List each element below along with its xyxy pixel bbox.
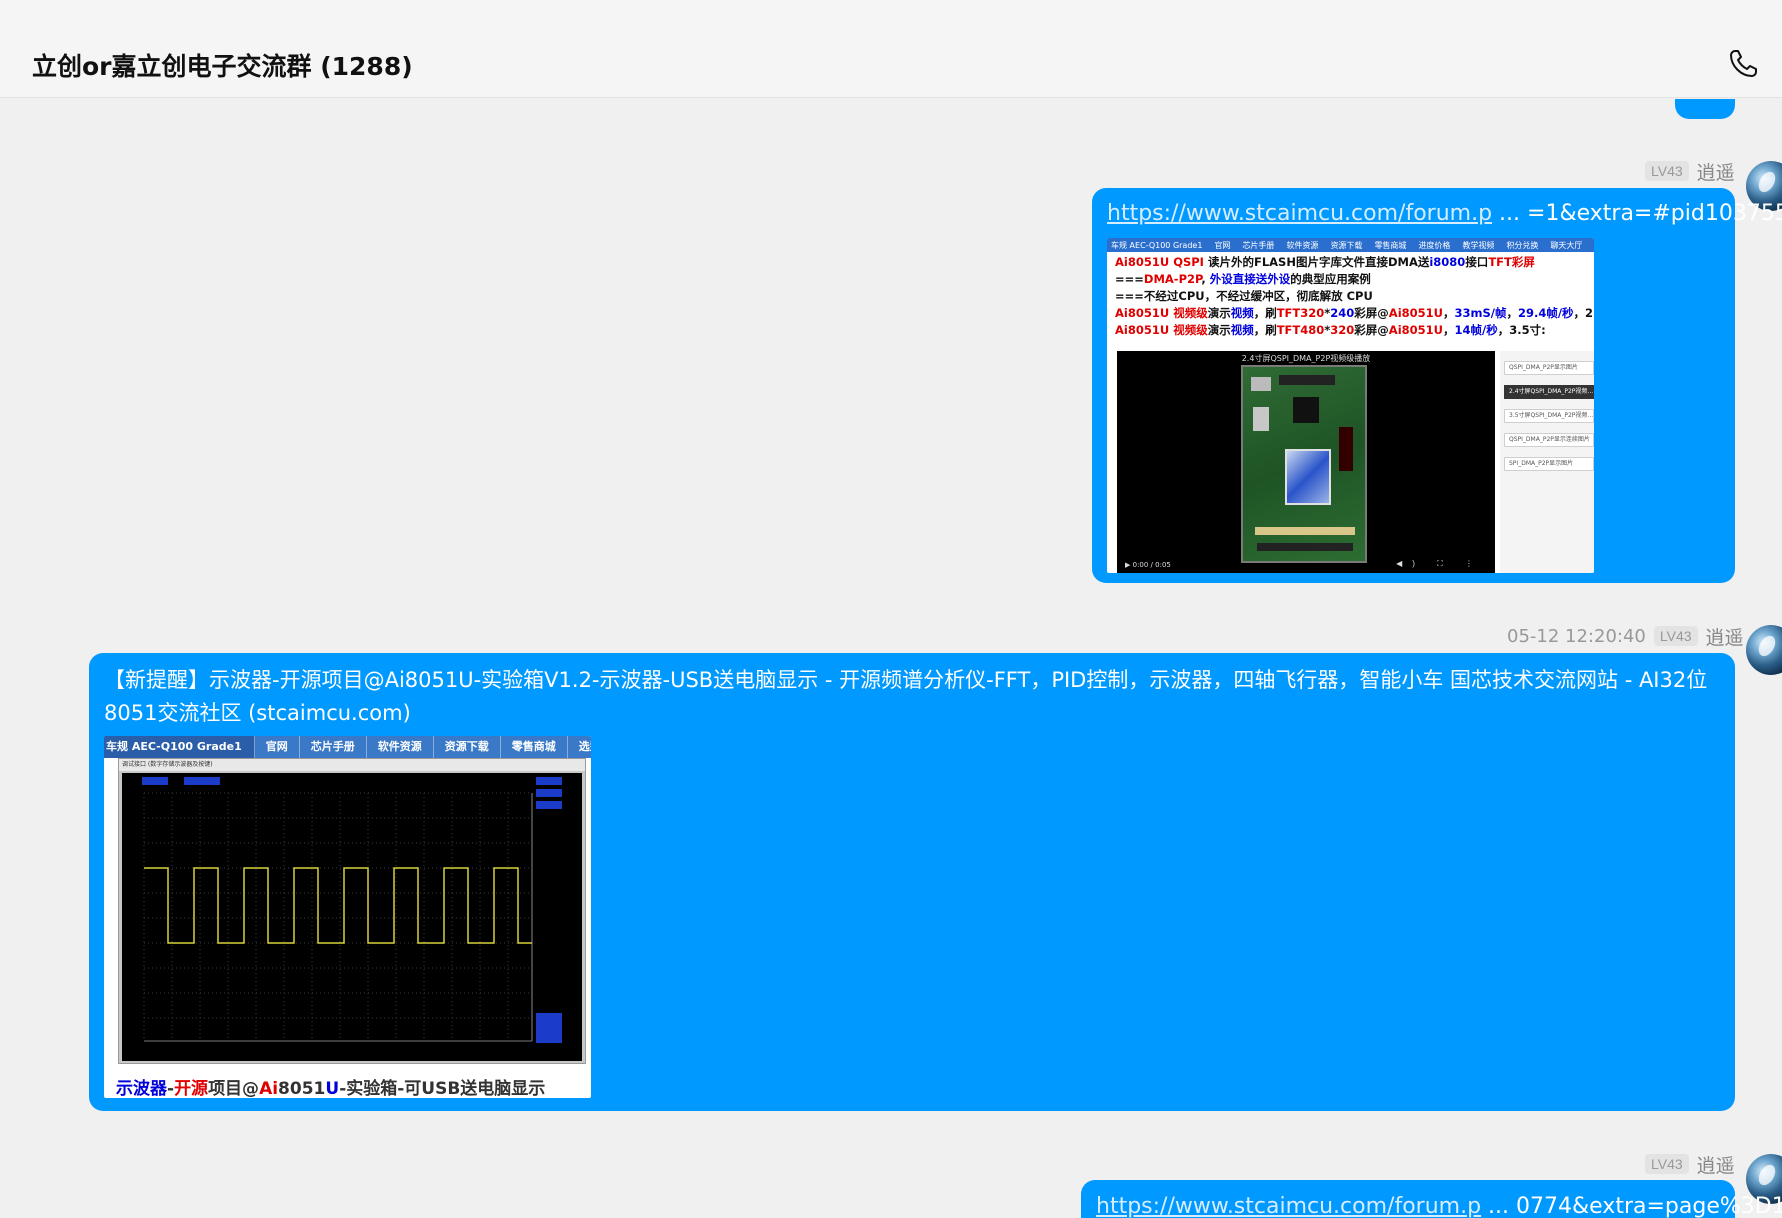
preview-nav-item: 官网 [1214, 240, 1231, 250]
message-time: 05-12 12:20:40 [1507, 625, 1646, 647]
sender-name[interactable]: 逍遥 [1706, 623, 1744, 650]
level-badge: LV43 [1645, 161, 1689, 181]
message-bubble[interactable]: 【新提醒】示波器-开源项目@Ai8051U-实验箱V1.2-示波器-USB送电脑… [89, 653, 1735, 1111]
oscilloscope-waveform-image [122, 773, 582, 1061]
preview-nav-item: 教学视频 [1462, 240, 1495, 250]
preview-caption: 示波器-开源项目@Ai8051U-实验箱-可USB送电脑显示 [116, 1079, 546, 1098]
preview-nav-item: 进度价格 [1418, 240, 1451, 250]
preview-nav-item: 车规 AEC-Q100 Grade1 [1111, 240, 1203, 250]
message-bubble[interactable]: https://www.stcaimcu.com/forum.p ... =1&… [1092, 188, 1782, 583]
link-tail[interactable]: ... =1&extra=#pid103755 [1492, 201, 1782, 226]
message-bubble[interactable]: https://www.stcaimcu.com/forum.p ... 077… [1081, 1180, 1782, 1218]
preview-nav-item: 资源下载 [1330, 240, 1363, 250]
preview-line: Ai8051U 视频级演示视频，刷TFT480*320彩屏@Ai8051U，14… [1115, 323, 1546, 337]
preview-nav-item: 零售商城 [501, 736, 568, 758]
playlist-item[interactable]: SPI_DMA_P2P显示图片 [1504, 457, 1594, 471]
preview-nav-item: 芯片手册 [1242, 240, 1275, 250]
preview-text: Ai8051U QSPI 读片外的FLASH图片字库文件直接DMA送i8080接… [1107, 252, 1594, 339]
preview-nav-item: 选型 [568, 736, 591, 758]
level-badge: LV43 [1653, 626, 1698, 646]
message-meta: 05-12 12:20:40 LV43 逍遥 [1507, 623, 1744, 649]
preview-nav-item: 软件资源 [367, 736, 434, 758]
message-link[interactable]: https://www.stcaimcu.com/forum.p ... =1&… [1107, 201, 1782, 226]
preview-nav-item: 积分兑换 [1506, 240, 1539, 250]
link-tail[interactable]: ... 0774&extra=page%3D1 [1481, 1194, 1782, 1218]
video-player[interactable]: 2.4寸屏QSPI_DMA_P2P视频级播放 ▶ 0:00 / 0:05 ◀) … [1117, 351, 1495, 573]
preview-nav: 车规 AEC-Q100 Grade1 官网 芯片手册 软件资源 资源下载 零售商… [1107, 238, 1594, 252]
chat-header: 立创or嘉立创电子交流群 (1288) [0, 0, 1782, 98]
link-url[interactable]: https://www.stcaimcu.com/forum.p [1107, 201, 1492, 226]
preview-nav-item: 资源下载 [434, 736, 501, 758]
preview-line: Ai8051U QSPI 读片外的FLASH图片字库文件直接DMA送i8080接… [1115, 255, 1535, 269]
video-frame-board [1241, 365, 1367, 563]
preview-nav: 车规 AEC-Q100 Grade1 官网 芯片手册 软件资源 资源下载 零售商… [104, 736, 591, 758]
playlist-item[interactable]: 3.5寸屏QSPI_DMA_P2P视频... [1504, 409, 1594, 423]
message-text[interactable]: 【新提醒】示波器-开源项目@Ai8051U-实验箱V1.2-示波器-USB送电脑… [104, 664, 1719, 730]
avatar[interactable] [1746, 625, 1782, 675]
preview-line: ===DMA-P2P, 外设直接送外设的典型应用案例 [1115, 272, 1371, 286]
previous-message-bubble[interactable] [1675, 99, 1735, 119]
link-url[interactable]: https://www.stcaimcu.com/forum.p [1096, 1194, 1481, 1218]
sender-name[interactable]: 逍遥 [1697, 1151, 1735, 1178]
preview-nav-item: 聊天大厅 [1550, 240, 1583, 250]
video-frame-screen [1285, 449, 1331, 505]
osc-window-title: 调试接口 (数字存储示波器及按键) [119, 759, 585, 771]
phone-icon[interactable] [1727, 48, 1759, 80]
chat-title: 立创or嘉立创电子交流群 (1288) [32, 52, 413, 81]
preview-line: Ai8051U 视频级演示视频，刷TFT320*240彩屏@Ai8051U，33… [1115, 306, 1594, 320]
video-playlist: QSPI_DMA_P2P显示图片 2.4寸屏QSPI_DMA_P2P视频... … [1500, 351, 1594, 573]
preview-nav-item: 芯片手册 [300, 736, 367, 758]
message-meta: LV43 逍遥 [1645, 158, 1735, 184]
preview-nav-item: 车规 AEC-Q100 Grade1 [104, 736, 255, 758]
playlist-item[interactable]: 2.4寸屏QSPI_DMA_P2P视频... [1504, 385, 1594, 399]
preview-nav-item: 官网 [255, 736, 300, 758]
video-title: 2.4寸屏QSPI_DMA_P2P视频级播放 [1241, 354, 1371, 363]
video-controls[interactable]: ◀) ⛶ ⋮ [1396, 559, 1483, 569]
video-time[interactable]: ▶ 0:00 / 0:05 [1125, 561, 1171, 569]
message-list[interactable]: LV43 逍遥 https://www.stcaimcu.com/forum.p… [0, 99, 1782, 1218]
link-preview-card[interactable]: 车规 AEC-Q100 Grade1 官网 芯片手册 软件资源 资源下载 零售商… [1107, 238, 1594, 573]
preview-nav-item: 软件资源 [1286, 240, 1319, 250]
level-badge: LV43 [1645, 1154, 1689, 1174]
sender-name[interactable]: 逍遥 [1697, 158, 1735, 185]
message-link[interactable]: https://www.stcaimcu.com/forum.p ... 077… [1096, 1194, 1782, 1218]
playlist-item[interactable]: QSPI_DMA_P2P显示图片 [1504, 361, 1594, 375]
playlist-item[interactable]: QSPI_DMA_P2P显示连续图片 [1504, 433, 1594, 447]
preview-line: ===不经过CPU，不经过缓冲区，彻底解放 CPU [1115, 289, 1373, 303]
message-meta: LV43 逍遥 [1645, 1151, 1735, 1177]
link-preview-card[interactable]: 车规 AEC-Q100 Grade1 官网 芯片手册 软件资源 资源下载 零售商… [104, 736, 591, 1098]
oscilloscope-screenshot: 调试接口 (数字存储示波器及按键) [118, 758, 586, 1064]
preview-nav-item: 零售商城 [1374, 240, 1407, 250]
